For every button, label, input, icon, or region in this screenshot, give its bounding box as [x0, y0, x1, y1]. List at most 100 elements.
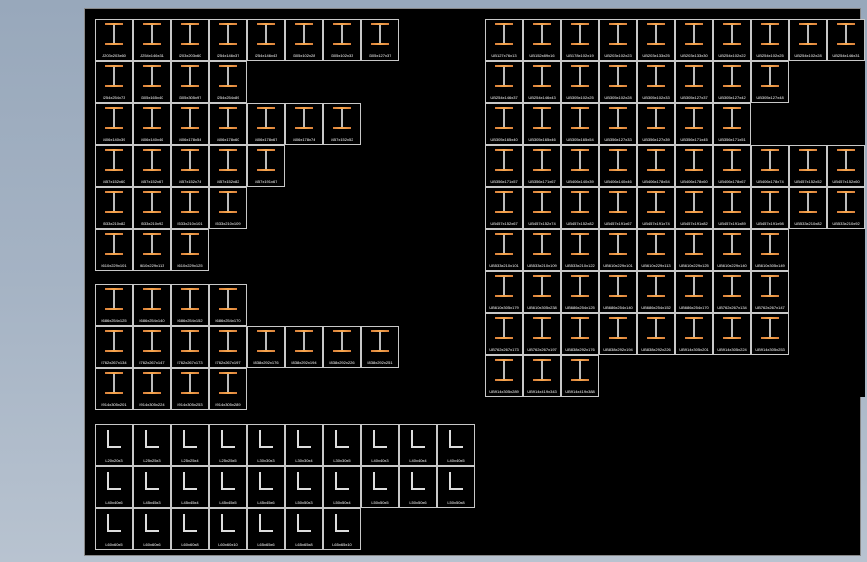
- profile-cell[interactable]: UB406x178x74: [751, 145, 789, 187]
- drawing-canvas[interactable]: J203x203x60J254x146x31I203x203x60I254x14…: [84, 8, 861, 556]
- profile-cell[interactable]: I406x178x67: [247, 103, 285, 145]
- profile-cell[interactable]: I610x229x101: [95, 229, 133, 271]
- profile-cell[interactable]: I254x254x73: [95, 61, 133, 103]
- profile-cell[interactable]: I533x210x92: [133, 187, 171, 229]
- profile-cell[interactable]: I686x254x152: [171, 284, 209, 326]
- profile-cell[interactable]: UB254x146x37: [485, 61, 523, 103]
- profile-cell[interactable]: UB533x210x101: [485, 229, 523, 271]
- profile-cell[interactable]: L30x30x3: [247, 424, 285, 466]
- profile-cell[interactable]: UB356x171x57: [485, 145, 523, 187]
- profile-cell[interactable]: I610x229x113: [133, 229, 171, 271]
- profile-cell[interactable]: L65x65x8: [285, 508, 323, 550]
- profile-cell[interactable]: UB254x146x31: [827, 19, 865, 61]
- profile-cell[interactable]: UB152x89x16: [523, 19, 561, 61]
- profile-cell[interactable]: UB457x191x98: [751, 187, 789, 229]
- profile-cell[interactable]: I305x102x33: [323, 19, 361, 61]
- profile-cell[interactable]: UB305x165x54: [561, 103, 599, 145]
- profile-cell[interactable]: L30x30x4: [285, 424, 323, 466]
- profile-cell[interactable]: I762x267x147: [133, 326, 171, 368]
- profile-cell[interactable]: L25x25x4: [171, 424, 209, 466]
- profile-cell[interactable]: UB686x254x152: [637, 271, 675, 313]
- profile-cell[interactable]: UB914x419x388: [561, 355, 599, 397]
- profile-cell[interactable]: UB457x152x60: [827, 145, 865, 187]
- profile-cell[interactable]: L60x60x6: [133, 508, 171, 550]
- profile-cell[interactable]: UB533x210x92: [827, 187, 865, 229]
- profile-cell[interactable]: UB305x127x48: [751, 61, 789, 103]
- profile-cell[interactable]: I254x146x43: [247, 19, 285, 61]
- profile-cell[interactable]: UB203x102x23: [599, 19, 637, 61]
- profile-cell[interactable]: L40x40x3: [361, 424, 399, 466]
- profile-cell[interactable]: I533x210x82: [95, 187, 133, 229]
- profile-cell[interactable]: L60x60x5: [95, 508, 133, 550]
- profile-cell[interactable]: UB914x305x289: [485, 355, 523, 397]
- profile-cell[interactable]: UB762x267x147: [751, 271, 789, 313]
- profile-cell[interactable]: UB610x229x113: [637, 229, 675, 271]
- profile-cell[interactable]: I914x305x224: [133, 368, 171, 410]
- profile-cell[interactable]: UB533x210x82: [789, 187, 827, 229]
- profile-cell[interactable]: L40x40x4: [399, 424, 437, 466]
- profile-cell[interactable]: I686x254x170: [209, 284, 247, 326]
- profile-cell[interactable]: UB838x292x176: [561, 313, 599, 355]
- profile-cell[interactable]: I305x165x40: [133, 61, 171, 103]
- profile-cell[interactable]: I686x254x140: [133, 284, 171, 326]
- profile-cell[interactable]: UB406x140x46: [599, 145, 637, 187]
- profile-cell[interactable]: UB914x305x201: [675, 313, 713, 355]
- profile-cell[interactable]: UB356x127x33: [599, 103, 637, 145]
- profile-cell[interactable]: UB533x210x122: [561, 229, 599, 271]
- profile-cell[interactable]: I457x152x60: [95, 145, 133, 187]
- profile-cell[interactable]: I457x152x52: [323, 103, 361, 145]
- profile-cell[interactable]: UB457x191x89: [713, 187, 751, 229]
- profile-cell[interactable]: I610x229x125: [171, 229, 209, 271]
- profile-cell[interactable]: J254x146x31: [133, 19, 171, 61]
- profile-cell[interactable]: L45x45x4: [171, 466, 209, 508]
- profile-cell[interactable]: I762x267x197: [209, 326, 247, 368]
- profile-cell[interactable]: I914x305x201: [95, 368, 133, 410]
- profile-cell[interactable]: UB254x102x22: [713, 19, 751, 61]
- profile-cell[interactable]: I914x305x253: [171, 368, 209, 410]
- profile-cell[interactable]: UB610x305x179: [485, 271, 523, 313]
- profile-cell[interactable]: I838x292x176: [247, 326, 285, 368]
- profile-cell[interactable]: UB356x171x45: [675, 103, 713, 145]
- profile-cell[interactable]: UB203x133x30: [675, 19, 713, 61]
- profile-cell[interactable]: I457x152x67: [133, 145, 171, 187]
- profile-cell[interactable]: UB457x152x82: [561, 187, 599, 229]
- profile-cell[interactable]: UB686x254x170: [675, 271, 713, 313]
- profile-cell[interactable]: UB610x229x125: [675, 229, 713, 271]
- profile-cell[interactable]: I533x210x101: [171, 187, 209, 229]
- profile-cell[interactable]: UB686x254x140: [599, 271, 637, 313]
- profile-cell[interactable]: UB457x152x52: [789, 145, 827, 187]
- profile-cell[interactable]: L50x50x8: [437, 466, 475, 508]
- profile-cell[interactable]: I406x178x54: [171, 103, 209, 145]
- profile-cell[interactable]: UB305x102x33: [637, 61, 675, 103]
- profile-cell[interactable]: J203x203x60: [95, 19, 133, 61]
- profile-cell[interactable]: I686x254x125: [95, 284, 133, 326]
- profile-cell[interactable]: UB457x191x82: [675, 187, 713, 229]
- profile-cell[interactable]: L45x45x3: [133, 466, 171, 508]
- profile-cell[interactable]: L30x30x5: [323, 424, 361, 466]
- profile-cell[interactable]: UB457x191x67: [599, 187, 637, 229]
- profile-cell[interactable]: UB305x165x40: [485, 103, 523, 145]
- profile-cell[interactable]: I457x152x82: [209, 145, 247, 187]
- profile-cell[interactable]: I406x178x74: [285, 103, 323, 145]
- profile-cell[interactable]: I254x254x89: [209, 61, 247, 103]
- profile-cell[interactable]: I305x305x97: [171, 61, 209, 103]
- profile-cell[interactable]: I305x127x37: [361, 19, 399, 61]
- profile-cell[interactable]: UB762x267x173: [485, 313, 523, 355]
- profile-cell[interactable]: UB305x127x42: [713, 61, 751, 103]
- profile-cell[interactable]: UB406x140x39: [561, 145, 599, 187]
- profile-cell[interactable]: L65x65x10: [323, 508, 361, 550]
- profile-cell[interactable]: UB406x178x54: [637, 145, 675, 187]
- profile-cell[interactable]: UB254x102x25: [751, 19, 789, 61]
- profile-cell[interactable]: UB457x191x74: [637, 187, 675, 229]
- profile-cell[interactable]: L50x50x4: [323, 466, 361, 508]
- profile-cell[interactable]: UB914x305x253: [751, 313, 789, 355]
- profile-cell[interactable]: UB305x102x28: [599, 61, 637, 103]
- profile-cell[interactable]: UB254x146x43: [523, 61, 561, 103]
- profile-cell[interactable]: UB838x292x194: [599, 313, 637, 355]
- profile-cell[interactable]: UB686x254x125: [561, 271, 599, 313]
- profile-cell[interactable]: UB127x76x13: [485, 19, 523, 61]
- profile-cell[interactable]: L60x60x8: [171, 508, 209, 550]
- profile-cell[interactable]: UB406x178x60: [675, 145, 713, 187]
- profile-cell[interactable]: UB203x133x25: [637, 19, 675, 61]
- profile-cell[interactable]: UB406x178x67: [713, 145, 751, 187]
